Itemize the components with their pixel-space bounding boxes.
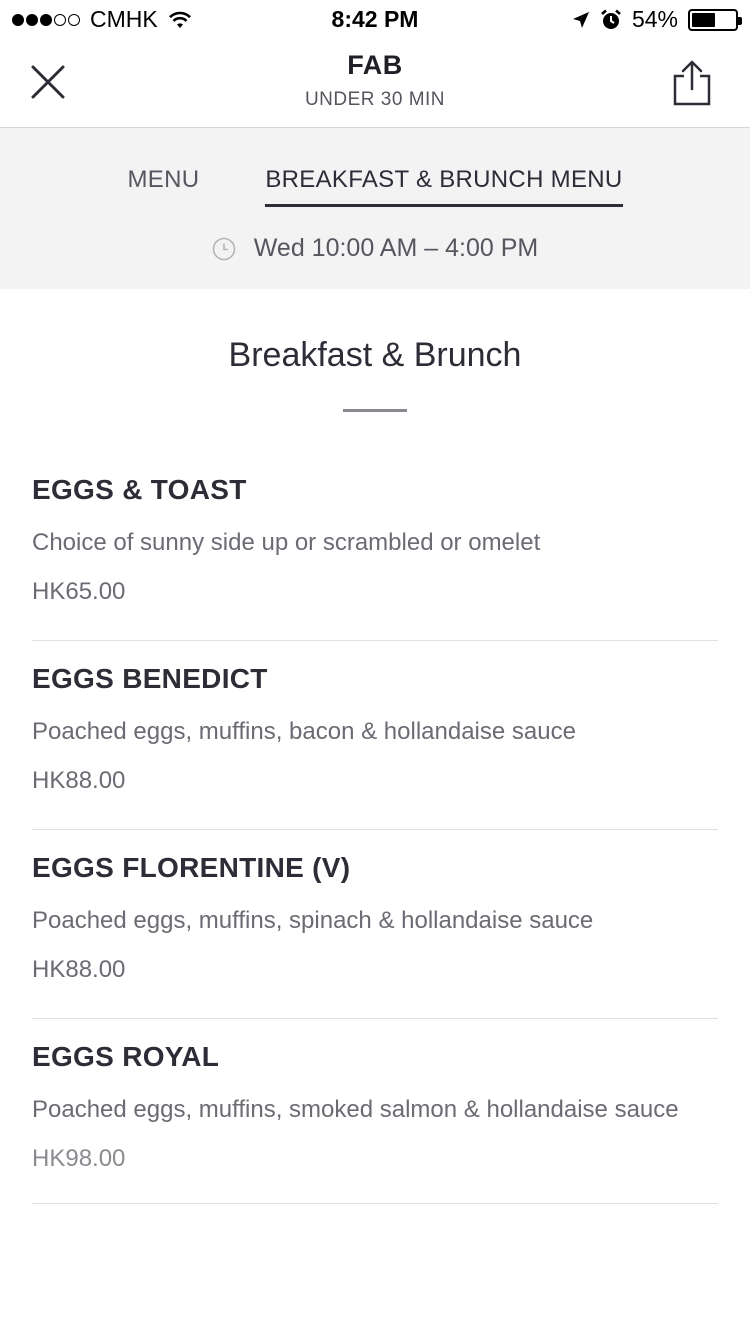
tab-breakfast-brunch-menu[interactable]: BREAKFAST & BRUNCH MENU <box>265 166 623 207</box>
menu-item[interactable]: EGGS & TOAST Choice of sunny side up or … <box>32 456 718 641</box>
location-arrow-icon <box>572 11 589 28</box>
menu-tabs: MENU BREAKFAST & BRUNCH MENU <box>0 166 750 207</box>
status-right: 54% <box>562 6 742 33</box>
menu-item[interactable]: EGGS ROYAL Poached eggs, muffins, smoked… <box>32 1019 718 1204</box>
clock-icon <box>212 237 236 260</box>
restaurant-name: FAB <box>347 50 403 80</box>
close-icon <box>31 65 65 99</box>
item-price: HK88.00 <box>32 767 126 794</box>
signal-strength-icon <box>12 13 82 26</box>
menu-item[interactable]: EGGS BENEDICT Poached eggs, muffins, bac… <box>32 641 718 830</box>
item-name: EGGS BENEDICT <box>32 663 268 694</box>
item-description: Poached eggs, muffins, spinach & holland… <box>32 907 594 934</box>
alarm-icon <box>601 9 621 29</box>
close-button[interactable] <box>28 62 68 102</box>
status-bar: CMHK 8:42 PM 54% <box>0 0 750 40</box>
item-description: Poached eggs, muffins, bacon & hollandai… <box>32 718 576 745</box>
delivery-time: UNDER 30 MIN <box>304 89 446 110</box>
item-description: Poached eggs, muffins, smoked salmon & h… <box>32 1096 679 1123</box>
item-name: EGGS & TOAST <box>32 474 247 505</box>
battery-level-fill <box>692 12 715 27</box>
status-left: CMHK <box>12 6 192 33</box>
share-button[interactable] <box>670 60 714 106</box>
menu-hours: Wed 10:00 AM – 4:00 PM <box>0 234 750 263</box>
battery-icon <box>688 8 742 31</box>
section-divider <box>343 409 407 412</box>
menu-header: MENU BREAKFAST & BRUNCH MENU Wed 10:00 A… <box>0 128 750 289</box>
item-description: Choice of sunny side up or scrambled or … <box>32 529 541 556</box>
nav-bar: FAB UNDER 30 MIN <box>0 40 750 128</box>
item-price: HK98.00 <box>32 1145 126 1172</box>
wifi-icon <box>168 11 191 28</box>
hours-text: Wed 10:00 AM – 4:00 PM <box>253 234 539 262</box>
item-price: HK65.00 <box>32 578 126 605</box>
item-name: EGGS FLORENTINE (V) <box>32 852 351 883</box>
share-icon <box>673 60 711 106</box>
menu-item[interactable]: EGGS FLORENTINE (V) Poached eggs, muffin… <box>32 830 718 1019</box>
menu-items-list: EGGS & TOAST Choice of sunny side up or … <box>32 456 718 1204</box>
tab-menu[interactable]: MENU <box>127 166 199 207</box>
item-name: EGGS ROYAL <box>32 1041 220 1072</box>
nav-title-group: FAB UNDER 30 MIN <box>0 50 750 111</box>
section-title: Breakfast & Brunch <box>228 336 522 374</box>
item-price: HK88.00 <box>32 956 126 983</box>
carrier-name: CMHK <box>90 6 158 32</box>
battery-percent: 54% <box>631 6 678 32</box>
